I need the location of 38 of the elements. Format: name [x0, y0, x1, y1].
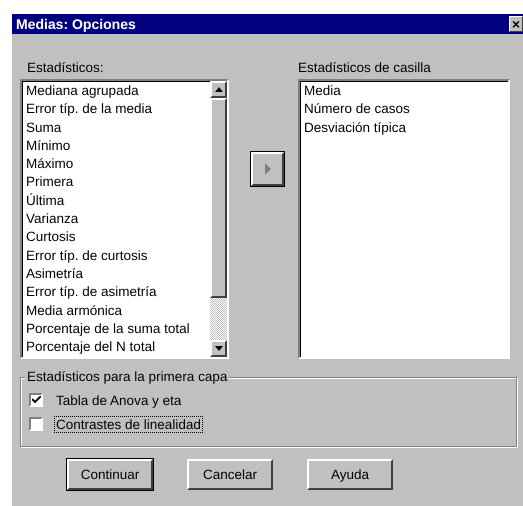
list-item[interactable]: Error típ. de la media: [26, 100, 152, 119]
dialog-button[interactable]: Continuar: [67, 459, 153, 490]
checkbox-label[interactable]: Tabla de Anova y eta: [55, 392, 182, 408]
list-item[interactable]: Varianza: [26, 210, 78, 228]
up-arrow-icon: [214, 87, 222, 92]
list-item[interactable]: Curtosis: [26, 228, 76, 247]
dialog-button[interactable]: Ayuda: [307, 459, 393, 490]
list-item[interactable]: Mínimo: [26, 136, 70, 156]
list-item[interactable]: Suma: [26, 118, 62, 137]
list-item[interactable]: Asimetría: [26, 264, 84, 284]
list-item[interactable]: Error típ. de asimetría: [26, 283, 157, 302]
scrollbar[interactable]: [210, 81, 227, 357]
close-button[interactable]: ×: [509, 16, 523, 32]
list-item[interactable]: Desviación típica: [304, 118, 406, 137]
list-item[interactable]: Última: [26, 192, 64, 210]
list-item[interactable]: Mediana agrupada: [26, 82, 139, 100]
checkmark-icon: [32, 396, 40, 404]
list-item[interactable]: Error típ. de curtosis: [26, 246, 148, 265]
statistics-list[interactable]: [20, 79, 229, 359]
dialog-button[interactable]: Cancelar: [187, 459, 273, 490]
list-label: Estadísticos de casilla: [298, 60, 431, 76]
checkbox[interactable]: [29, 393, 43, 407]
list-item[interactable]: Porcentaje del N total: [26, 338, 156, 356]
list-label: Estadísticos:: [27, 60, 104, 76]
window-title: Medias: Opciones: [16, 16, 136, 32]
list-item[interactable]: Media: [304, 82, 341, 100]
down-arrow-icon: [214, 346, 222, 351]
list-item[interactable]: Porcentaje de la suma total: [26, 320, 190, 338]
checkbox-label[interactable]: Contrastes de linealidad: [55, 416, 202, 432]
cell-statistics-list[interactable]: Media Número de casos Desviación típica: [298, 79, 510, 359]
group-label: Estadísticos para la primera capa: [25, 369, 230, 385]
list-item[interactable]: Media armónica: [26, 302, 122, 320]
move-button[interactable]: [251, 152, 284, 186]
right-arrow-icon: [264, 163, 270, 175]
checkbox[interactable]: [29, 417, 43, 431]
list-item[interactable]: Número de casos: [304, 100, 410, 119]
list-item[interactable]: Máximo: [26, 155, 74, 174]
list-item[interactable]: Primera: [26, 173, 74, 192]
